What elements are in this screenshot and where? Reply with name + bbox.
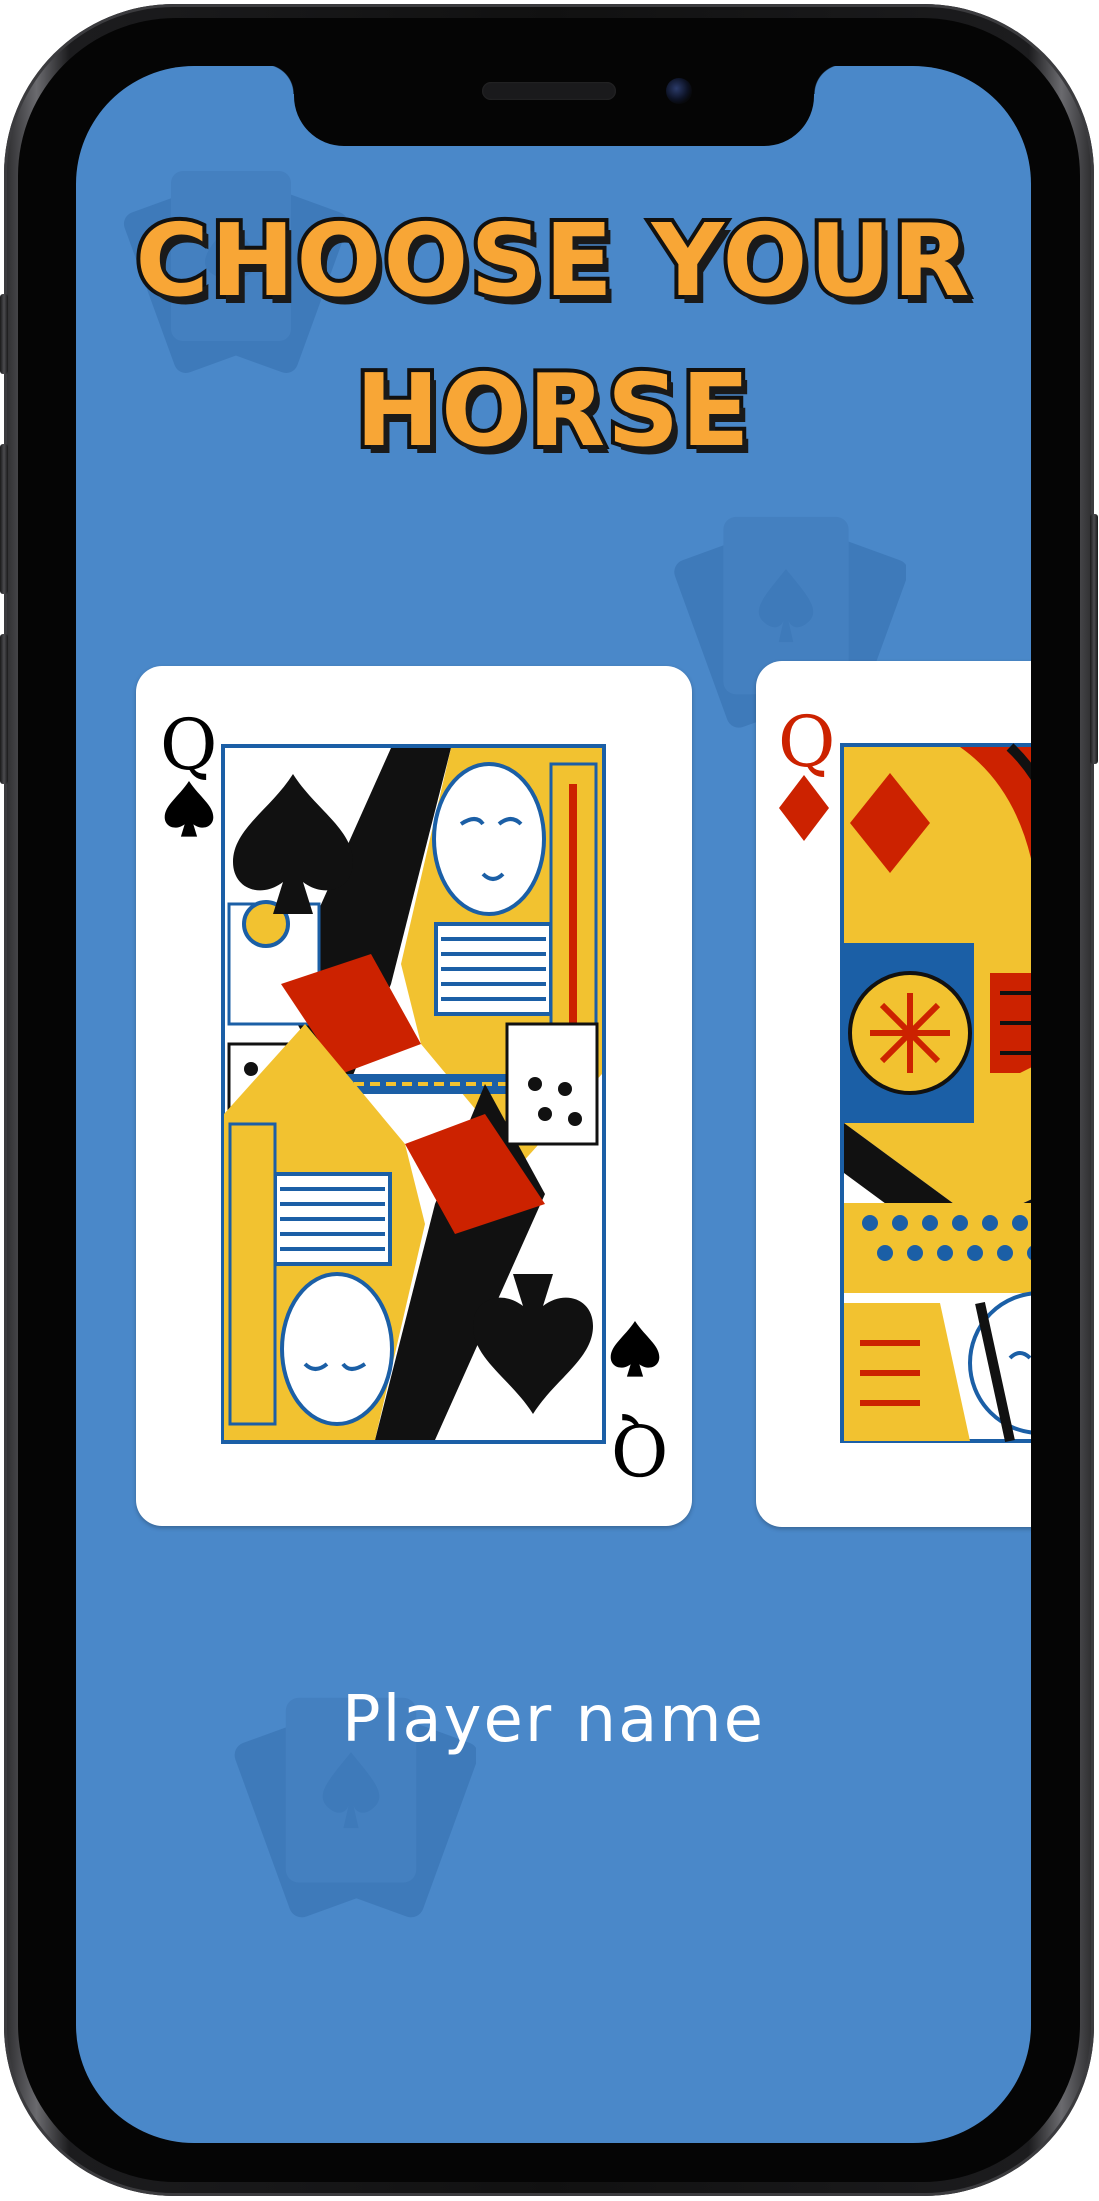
card-rank-top: Q	[160, 704, 218, 786]
silent-switch	[0, 294, 8, 374]
power-button	[1090, 514, 1098, 764]
volume-down-button	[0, 634, 8, 784]
card-rank-bottom: Q	[610, 1408, 668, 1490]
player-name-label[interactable]: Player name	[76, 1683, 1031, 1757]
notch	[264, 66, 844, 146]
queen-of-diamonds-artwork	[840, 743, 1031, 1443]
spade-icon	[610, 1321, 660, 1377]
phone-frame: CHOOSE YOUR HORSE Q Q Q Player name	[0, 4, 1098, 2196]
earpiece-speaker	[482, 82, 616, 100]
screen-title-line-2: HORSE	[351, 352, 753, 470]
front-camera	[666, 78, 692, 104]
queen-of-spades-artwork	[221, 744, 606, 1444]
game-screen: CHOOSE YOUR HORSE Q Q Q Player name	[76, 66, 1031, 2143]
diamond-icon	[779, 775, 829, 841]
horse-card-queen-of-spades[interactable]: Q Q	[136, 666, 692, 1526]
spade-icon	[164, 781, 214, 837]
volume-up-button	[0, 444, 8, 594]
horse-card-queen-of-diamonds[interactable]: Q	[756, 661, 1031, 1527]
screen-title-line-1: CHOOSE YOUR	[131, 202, 973, 320]
card-rank-top: Q	[778, 701, 836, 783]
